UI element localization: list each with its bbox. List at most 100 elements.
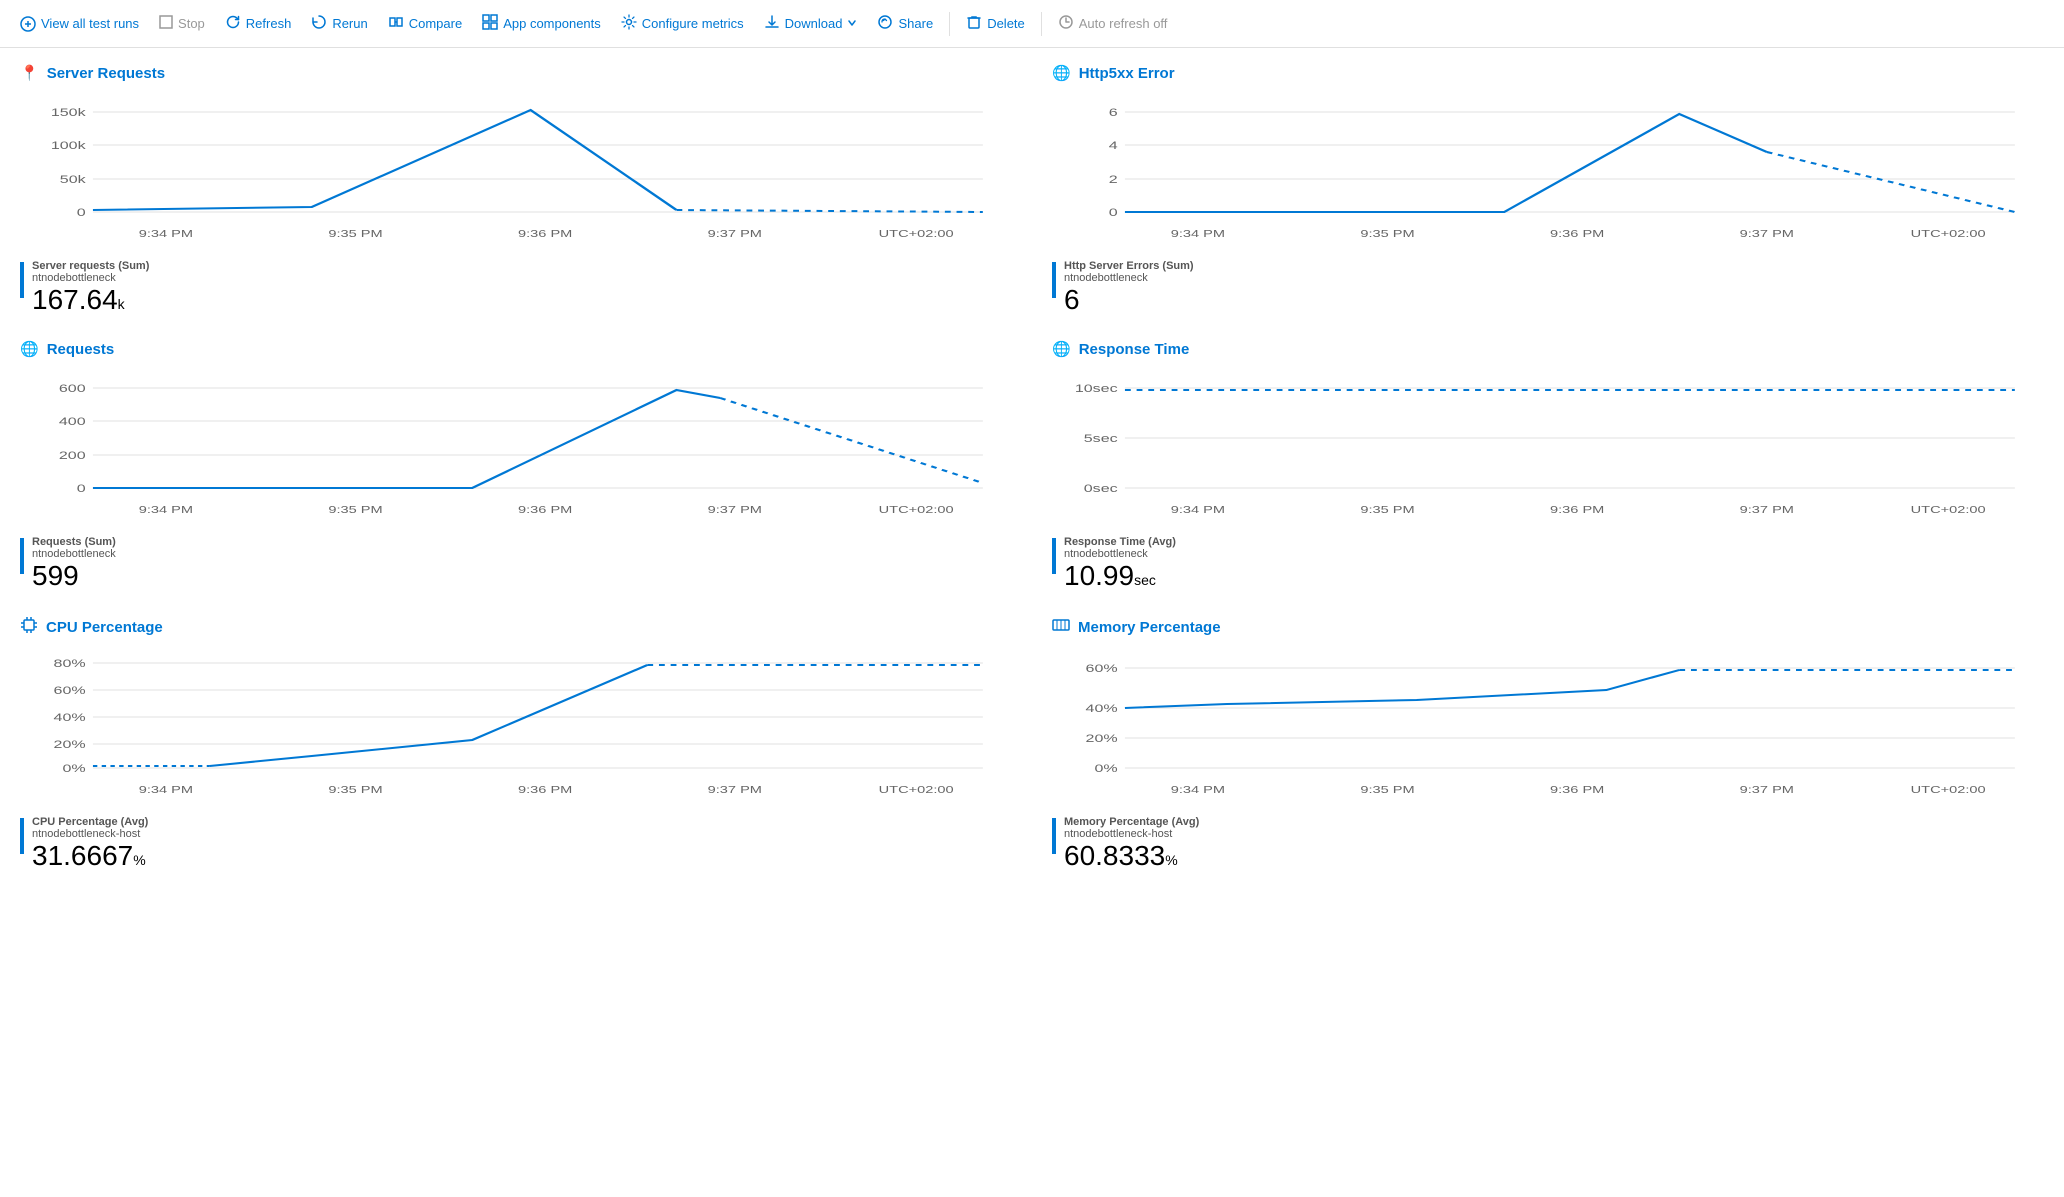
svg-text:9:34 PM: 9:34 PM <box>139 228 193 239</box>
svg-text:9:35 PM: 9:35 PM <box>328 504 382 515</box>
svg-text:0: 0 <box>1109 206 1118 218</box>
download-label: Download <box>785 16 843 31</box>
http5xx-chart: 6 4 2 0 9:34 PM 9:35 PM 9:36 PM 9:37 PM … <box>1052 92 2044 252</box>
svg-text:150k: 150k <box>51 106 86 118</box>
svg-text:UTC+02:00: UTC+02:00 <box>1911 784 1986 795</box>
svg-text:9:36 PM: 9:36 PM <box>1550 784 1604 795</box>
svg-text:9:36 PM: 9:36 PM <box>1550 504 1604 515</box>
cpu-legend: CPU Percentage (Avg) ntnodebottleneck-ho… <box>20 816 1012 872</box>
share-button[interactable]: Share <box>869 8 941 39</box>
svg-text:UTC+02:00: UTC+02:00 <box>879 784 954 795</box>
svg-text:60%: 60% <box>1086 662 1118 674</box>
svg-text:5sec: 5sec <box>1084 432 1118 444</box>
svg-text:40%: 40% <box>54 711 86 723</box>
requests-legend: Requests (Sum) ntnodebottleneck 599 <box>20 536 1012 592</box>
svg-text:9:36 PM: 9:36 PM <box>518 504 572 515</box>
memory-percentage-panel: Memory Percentage 60% 40% 20% 0% 9:34 P <box>1052 616 2044 872</box>
view-all-icon <box>20 16 36 32</box>
app-components-icon <box>482 14 498 33</box>
requests-title: 🌐 Requests <box>20 340 1012 358</box>
configure-metrics-label: Configure metrics <box>642 16 744 31</box>
svg-text:9:35 PM: 9:35 PM <box>1360 504 1414 515</box>
cpu-percentage-panel: CPU Percentage 80% 60% 40% 20% 0% <box>20 616 1012 872</box>
response-time-legend: Response Time (Avg) ntnodebottleneck 10.… <box>1052 536 2044 592</box>
svg-text:9:37 PM: 9:37 PM <box>708 784 762 795</box>
http5xx-legend: Http Server Errors (Sum) ntnodebottlenec… <box>1052 260 2044 316</box>
svg-text:0: 0 <box>77 482 86 494</box>
svg-text:9:35 PM: 9:35 PM <box>328 784 382 795</box>
share-label: Share <box>898 16 933 31</box>
download-chevron-icon <box>847 16 857 31</box>
refresh-label: Refresh <box>246 16 292 31</box>
svg-text:400: 400 <box>59 415 86 427</box>
main-content: 📍 Server Requests 150k 100k 50k 0 <box>0 48 2064 1197</box>
svg-text:20%: 20% <box>1086 732 1118 744</box>
legend-text: Requests (Sum) ntnodebottleneck 599 <box>32 536 116 592</box>
delete-icon <box>966 14 982 33</box>
requests-chart: 600 400 200 0 9:34 PM 9:35 PM 9:36 PM 9:… <box>20 368 1012 528</box>
http5xx-icon: 🌐 <box>1052 64 1071 82</box>
compare-label: Compare <box>409 16 462 31</box>
requests-panel: 🌐 Requests 600 400 200 0 9:34 <box>20 340 1012 592</box>
cpu-title: CPU Percentage <box>20 616 1012 638</box>
configure-metrics-button[interactable]: Configure metrics <box>613 8 752 39</box>
stop-button[interactable]: Stop <box>151 9 213 38</box>
svg-text:9:34 PM: 9:34 PM <box>139 504 193 515</box>
server-requests-value: 167.64k <box>32 284 149 316</box>
svg-text:9:37 PM: 9:37 PM <box>708 504 762 515</box>
configure-metrics-icon <box>621 14 637 33</box>
svg-text:9:37 PM: 9:37 PM <box>708 228 762 239</box>
legend-bar <box>1052 818 1056 854</box>
requests-icon: 🌐 <box>20 340 39 358</box>
rerun-label: Rerun <box>332 16 367 31</box>
legend-text: Response Time (Avg) ntnodebottleneck 10.… <box>1064 536 1176 592</box>
memory-chart: 60% 40% 20% 0% 9:34 PM 9:35 PM 9:36 PM 9… <box>1052 648 2044 808</box>
svg-text:20%: 20% <box>54 738 86 750</box>
server-requests-title: 📍 Server Requests <box>20 64 1012 82</box>
svg-text:UTC+02:00: UTC+02:00 <box>1911 228 1986 239</box>
response-time-chart: 10sec 5sec 0sec 9:34 PM 9:35 PM 9:36 PM … <box>1052 368 2044 528</box>
legend-bar <box>20 818 24 854</box>
svg-text:100k: 100k <box>51 139 86 151</box>
http5xx-error-panel: 🌐 Http5xx Error 6 4 2 0 9:34 P <box>1052 64 2044 316</box>
compare-button[interactable]: Compare <box>380 8 470 39</box>
view-all-runs-button[interactable]: View all test runs <box>12 10 147 38</box>
auto-refresh-button[interactable]: Auto refresh off <box>1050 8 1176 39</box>
legend-bar <box>1052 262 1056 298</box>
legend-text: Http Server Errors (Sum) ntnodebottlenec… <box>1064 260 1194 316</box>
refresh-button[interactable]: Refresh <box>217 8 300 39</box>
app-components-button[interactable]: App components <box>474 8 609 39</box>
legend-bar <box>1052 538 1056 574</box>
legend-bar <box>20 538 24 574</box>
svg-text:200: 200 <box>59 449 86 461</box>
svg-text:0%: 0% <box>62 762 85 774</box>
server-requests-panel: 📍 Server Requests 150k 100k 50k 0 <box>20 64 1012 316</box>
svg-text:9:34 PM: 9:34 PM <box>1171 504 1225 515</box>
svg-text:60%: 60% <box>54 684 86 696</box>
server-requests-chart: 150k 100k 50k 0 9:34 PM 9:35 PM 9:36 PM … <box>20 92 1012 252</box>
rerun-button[interactable]: Rerun <box>303 8 375 39</box>
stop-label: Stop <box>178 16 205 31</box>
svg-text:2: 2 <box>1109 173 1118 185</box>
svg-text:40%: 40% <box>1086 702 1118 714</box>
legend-text: Memory Percentage (Avg) ntnodebottleneck… <box>1064 816 1199 872</box>
svg-text:9:37 PM: 9:37 PM <box>1740 228 1794 239</box>
http5xx-title: 🌐 Http5xx Error <box>1052 64 2044 82</box>
svg-text:0: 0 <box>77 206 86 218</box>
compare-icon <box>388 14 404 33</box>
svg-text:6: 6 <box>1109 106 1118 118</box>
server-requests-legend: Server requests (Sum) ntnodebottleneck 1… <box>20 260 1012 316</box>
legend-text: CPU Percentage (Avg) ntnodebottleneck-ho… <box>32 816 148 872</box>
svg-text:9:34 PM: 9:34 PM <box>1171 228 1225 239</box>
svg-text:9:35 PM: 9:35 PM <box>1360 784 1414 795</box>
memory-value: 60.8333% <box>1064 840 1199 872</box>
delete-button[interactable]: Delete <box>958 8 1033 39</box>
svg-text:9:34 PM: 9:34 PM <box>139 784 193 795</box>
download-button[interactable]: Download <box>756 8 866 39</box>
svg-text:9:34 PM: 9:34 PM <box>1171 784 1225 795</box>
refresh-icon <box>225 14 241 33</box>
auto-refresh-label: Auto refresh off <box>1079 16 1168 31</box>
auto-refresh-icon <box>1058 14 1074 33</box>
stop-icon <box>159 15 173 32</box>
svg-text:9:35 PM: 9:35 PM <box>328 228 382 239</box>
